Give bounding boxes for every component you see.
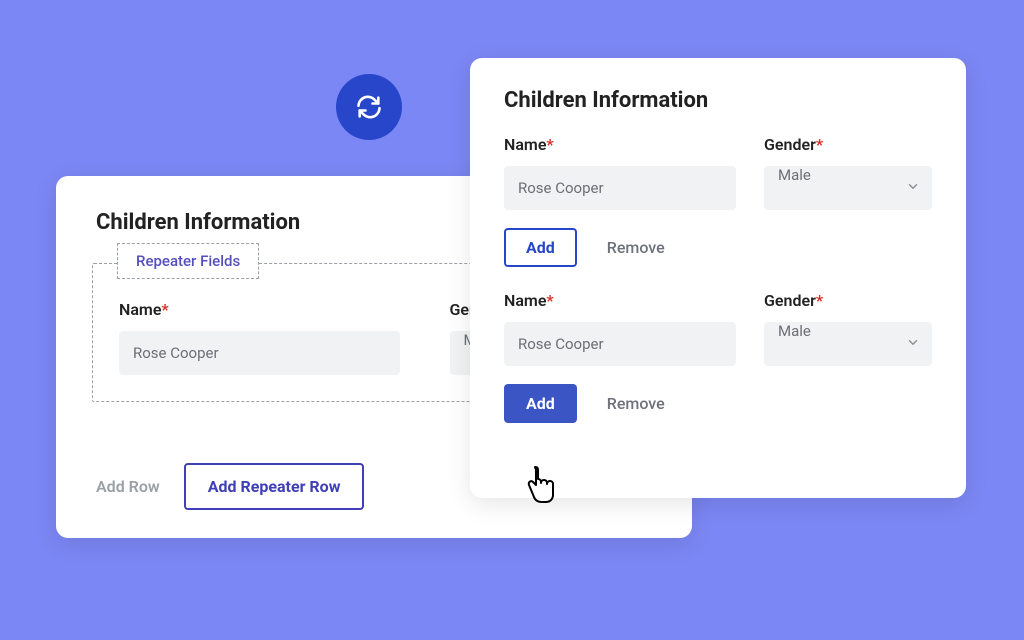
remove-link[interactable]: Remove xyxy=(607,394,665,413)
name-input[interactable] xyxy=(119,331,400,375)
gender-label-text: Gender xyxy=(764,135,816,154)
children-form-card: Children Information Name* Gender* Male xyxy=(470,58,966,498)
required-marker: * xyxy=(161,300,168,319)
name-label-text: Name xyxy=(119,300,161,319)
name-label: Name* xyxy=(119,300,400,319)
gender-select[interactable]: Male xyxy=(764,166,932,210)
required-marker: * xyxy=(546,291,553,310)
add-button[interactable]: Add xyxy=(504,384,577,423)
card-title: Children Information xyxy=(504,88,932,113)
add-repeater-row-button[interactable]: Add Repeater Row xyxy=(184,463,365,510)
repeater-fields-tag: Repeater Fields xyxy=(117,243,259,279)
name-label-text: Name xyxy=(504,291,546,310)
name-input[interactable] xyxy=(504,322,736,366)
required-marker: * xyxy=(546,135,553,154)
name-label-text: Name xyxy=(504,135,546,154)
remove-link[interactable]: Remove xyxy=(607,238,665,257)
gender-label-text: Gender xyxy=(764,291,816,310)
name-input[interactable] xyxy=(504,166,736,210)
add-button[interactable]: Add xyxy=(504,228,577,267)
name-label: Name* xyxy=(504,135,736,154)
repeat-icon xyxy=(336,74,402,140)
gender-select[interactable]: Male xyxy=(764,322,932,366)
required-marker: * xyxy=(816,135,823,154)
add-row-label: Add Row xyxy=(96,477,160,496)
name-label: Name* xyxy=(504,291,736,310)
required-marker: * xyxy=(816,291,823,310)
gender-label: Gender* xyxy=(764,291,932,310)
gender-label: Gender* xyxy=(764,135,932,154)
